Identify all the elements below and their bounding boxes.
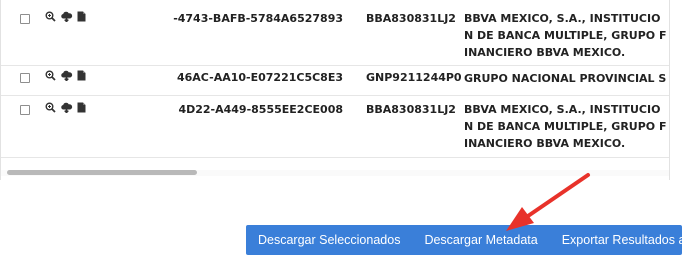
rfc-cell: BBA830831LJ2 bbox=[366, 12, 456, 25]
name-cell: BBVA MEXICO, S.A., INSTITUCION DE BANCA … bbox=[464, 103, 667, 150]
download-selected-button[interactable]: Descargar Seleccionados bbox=[246, 233, 412, 247]
rfc-cell: GNP9211244P0 bbox=[366, 71, 462, 84]
scrollbar-thumb[interactable] bbox=[7, 170, 197, 175]
action-button-group: Descargar Seleccionados Descargar Metada… bbox=[246, 225, 700, 255]
name-cell: BBVA MEXICO, S.A., INSTITUCION DE BANCA … bbox=[464, 12, 667, 59]
results-table: -4743-BAFB-5784A6527893 BBA830831LJ2 BBV… bbox=[0, 0, 670, 180]
zoom-in-icon[interactable] bbox=[45, 102, 56, 113]
row-actions bbox=[45, 102, 86, 113]
cloud-download-icon[interactable] bbox=[60, 11, 73, 22]
table-row: -4743-BAFB-5784A6527893 BBA830831LJ2 BBV… bbox=[1, 0, 669, 66]
row-actions bbox=[45, 70, 86, 81]
name-cell: GRUPO NACIONAL PROVINCIAL S A B bbox=[464, 72, 667, 90]
cloud-download-icon[interactable] bbox=[60, 102, 73, 113]
uuid-cell: 46AC-AA10-E07221C5C8E3 bbox=[176, 71, 343, 84]
table-row: 46AC-AA10-E07221C5C8E3 GNP9211244P0 GRUP… bbox=[1, 65, 669, 96]
rfc-cell: BBA830831LJ2 bbox=[366, 103, 456, 116]
row-checkbox[interactable] bbox=[20, 105, 30, 115]
row-actions bbox=[45, 11, 86, 22]
document-icon[interactable] bbox=[77, 70, 86, 81]
zoom-in-icon[interactable] bbox=[45, 70, 56, 81]
zoom-in-icon[interactable] bbox=[45, 11, 56, 22]
horizontal-scrollbar[interactable] bbox=[1, 170, 669, 176]
row-checkbox[interactable] bbox=[20, 73, 30, 83]
table-row: 4D22-A449-8555EE2CE008 BBA830831LJ2 BBVA… bbox=[1, 95, 669, 158]
uuid-cell: -4743-BAFB-5784A6527893 bbox=[173, 12, 343, 25]
document-icon[interactable] bbox=[77, 11, 86, 22]
uuid-cell: 4D22-A449-8555EE2CE008 bbox=[178, 103, 343, 116]
document-icon[interactable] bbox=[77, 102, 86, 113]
export-pdf-button[interactable]: Exportar Resultados a PDF bbox=[550, 233, 700, 247]
download-metadata-button[interactable]: Descargar Metadata bbox=[412, 233, 549, 247]
cloud-download-icon[interactable] bbox=[60, 70, 73, 81]
row-checkbox[interactable] bbox=[20, 14, 30, 24]
